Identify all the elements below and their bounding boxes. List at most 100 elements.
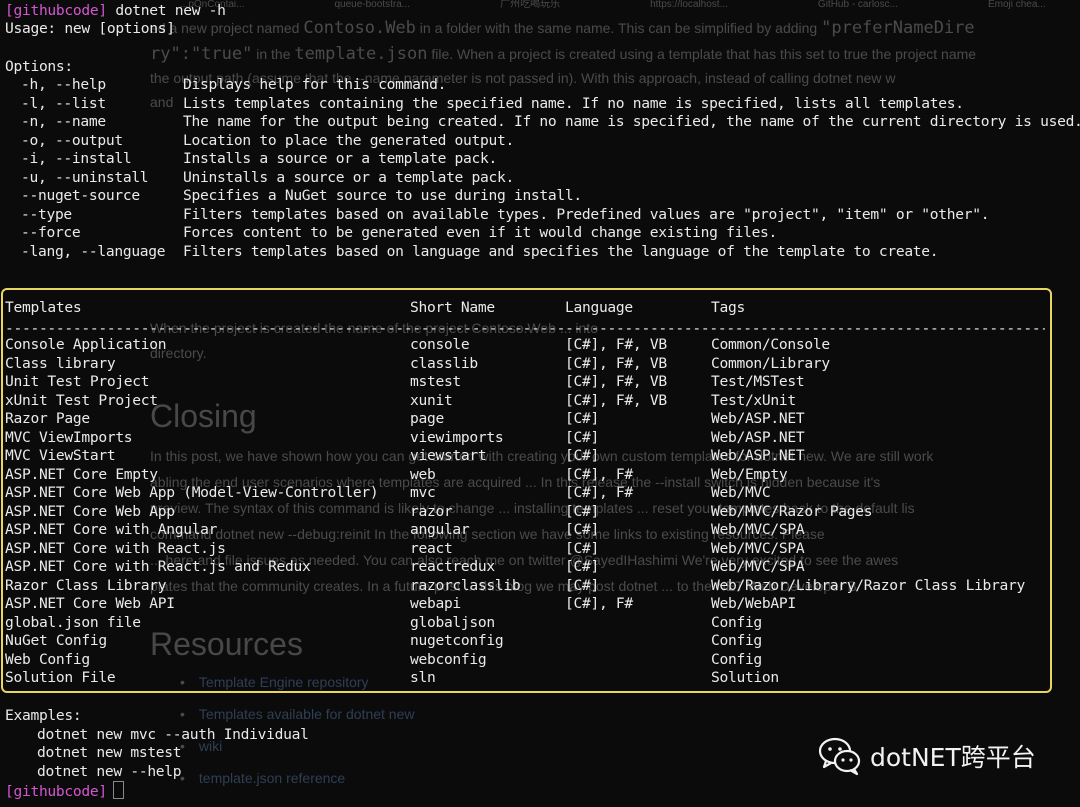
terminal-window[interactable]: [githubcode] dotnet new -h Usage: new [o…	[0, 0, 1080, 807]
tags-cell: Test/xUnit	[711, 391, 796, 409]
tags-cell: Config	[711, 632, 762, 649]
language-cell: [C#], F#	[565, 595, 633, 612]
option-description: Displays help for this command.	[183, 76, 447, 93]
template-name-cell: MVC ViewStart	[5, 447, 116, 464]
tags-cell: Web/Empty	[711, 465, 788, 483]
language-cell: [C#]	[565, 558, 599, 575]
tags-cell: Web/Razor/Library/Razor Class Library	[711, 576, 1025, 594]
template-name-cell: ASP.NET Core with React.js and Redux	[5, 558, 311, 575]
option-flag: -u, --uninstall	[21, 169, 149, 186]
tags-cell: Web/MVC	[711, 484, 771, 501]
option-flag: -o, --output	[21, 132, 123, 149]
watermark: dotNET跨平台	[818, 736, 1036, 776]
option-flag: --type	[21, 206, 72, 223]
language-cell: [C#], F#	[565, 465, 633, 483]
option-description: Filters templates based on language and …	[183, 243, 939, 260]
shell-prompt: [githubcode]	[5, 2, 107, 19]
tags-cell: Web/MVC/SPA	[711, 558, 805, 575]
example-command: dotnet new mvc --auth Individual	[37, 726, 309, 743]
tags-cell: Config	[711, 613, 762, 631]
tags-cell: Web/ASP.NET	[711, 410, 805, 427]
command-text: dotnet new -h	[106, 2, 226, 19]
language-cell: [C#], F#	[565, 484, 633, 501]
template-name-cell: ASP.NET Core with Angular	[5, 521, 218, 538]
short-name-cell: page	[410, 410, 444, 427]
template-name-cell: Class library	[5, 354, 116, 372]
wechat-icon	[818, 737, 861, 776]
example-command: dotnet new --help	[37, 763, 182, 780]
option-flag: -i, --install	[21, 150, 132, 167]
option-flag: -l, --list	[21, 95, 106, 112]
short-name-cell: xunit	[410, 391, 453, 409]
column-header-tags: Tags	[711, 299, 745, 316]
short-name-cell: mstest	[410, 373, 461, 390]
template-name-cell: NuGet Config	[5, 632, 107, 649]
short-name-cell: mvc	[410, 484, 436, 501]
language-cell: [C#]	[565, 502, 599, 520]
language-cell: [C#]	[565, 539, 599, 557]
short-name-cell: webapi	[410, 595, 461, 612]
tags-cell: Common/Console	[711, 336, 830, 353]
option-flag: -h, --help	[21, 76, 106, 93]
short-name-cell: viewimports	[410, 428, 504, 446]
template-name-cell: Web Config	[5, 650, 90, 668]
command-line: [githubcode] dotnet new -h	[5, 2, 226, 20]
short-name-cell: viewstart	[410, 447, 487, 464]
tags-cell: Web/MVC/SPA	[711, 521, 805, 538]
example-command: dotnet new mstest	[37, 744, 182, 761]
short-name-cell: sln	[410, 669, 436, 686]
short-name-cell: razorclasslib	[410, 576, 521, 594]
language-cell: [C#]	[565, 410, 599, 427]
language-cell: [C#], F#, VB	[565, 336, 667, 353]
tags-cell: Web/ASP.NET	[711, 428, 805, 446]
tags-cell: Common/Library	[711, 354, 830, 372]
tags-cell: Web/WebAPI	[711, 595, 796, 612]
options-header: Options:	[5, 58, 73, 75]
template-name-cell: ASP.NET Core Empty	[5, 465, 158, 483]
option-flag: --nuget-source	[21, 187, 140, 204]
short-name-cell: web	[410, 465, 436, 483]
option-description: Forces content to be generated even if i…	[183, 224, 778, 241]
short-name-cell: globaljson	[410, 613, 495, 631]
tags-cell: Solution	[711, 669, 779, 686]
option-description: Location to place the generated output.	[183, 132, 514, 149]
template-name-cell: xUnit Test Project	[5, 391, 158, 409]
short-name-cell: webconfig	[410, 650, 487, 668]
column-header-language: Language	[565, 299, 633, 316]
language-cell: [C#], F#, VB	[565, 354, 667, 372]
option-description: Uninstalls a source or a template pack.	[183, 169, 514, 186]
short-name-cell: classlib	[410, 354, 478, 372]
text-cursor	[112, 781, 124, 799]
short-name-cell: react	[410, 539, 453, 557]
short-name-cell: nugetconfig	[410, 632, 504, 649]
short-name-cell: console	[410, 336, 470, 353]
tags-cell: Test/MSTest	[711, 373, 805, 390]
language-cell: [C#]	[565, 521, 599, 538]
template-name-cell: ASP.NET Core Web API	[5, 595, 175, 612]
template-name-cell: Solution File	[5, 669, 116, 686]
language-cell: [C#], F#, VB	[565, 373, 667, 390]
template-name-cell: Razor Page	[5, 410, 90, 427]
option-description: Specifies a NuGet source to use during i…	[183, 187, 582, 204]
template-name-cell: MVC ViewImports	[5, 428, 133, 446]
short-name-cell: angular	[410, 521, 470, 538]
template-name-cell: Razor Class Library	[5, 576, 167, 594]
tags-cell: Web/ASP.NET	[711, 447, 805, 464]
option-flag: -lang, --language	[21, 243, 166, 260]
option-description: The name for the output being created. I…	[183, 113, 1080, 130]
language-cell: [C#]	[565, 428, 599, 446]
examples-header: Examples:	[5, 707, 82, 724]
option-flag: -n, --name	[21, 113, 106, 130]
language-cell: [C#], F#, VB	[565, 391, 667, 409]
template-name-cell: ASP.NET Core with React.js	[5, 539, 226, 557]
option-description: Filters templates based on available typ…	[183, 206, 990, 223]
short-name-cell: reactredux	[410, 558, 495, 575]
tags-cell: Config	[711, 650, 762, 668]
tags-cell: Web/MVC/Razor Pages	[711, 502, 873, 520]
template-name-cell: Unit Test Project	[5, 373, 150, 390]
column-header-templates: Templates	[5, 299, 82, 316]
language-cell: [C#]	[565, 576, 599, 594]
tags-cell: Web/MVC/SPA	[711, 539, 805, 557]
final-prompt-line[interactable]: [githubcode]	[5, 781, 124, 800]
language-cell: [C#]	[565, 447, 599, 464]
